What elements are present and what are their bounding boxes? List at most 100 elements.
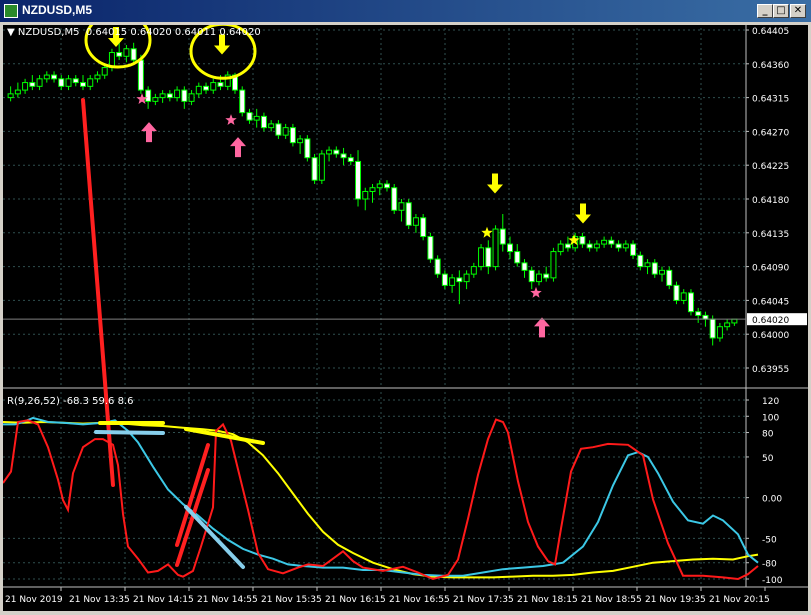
candle-body [601, 239, 608, 245]
candle-body [535, 273, 542, 283]
candle-body [355, 160, 362, 200]
candle-body [441, 273, 448, 286]
candle-body [564, 243, 571, 249]
candle-body [586, 243, 593, 249]
candle-body [376, 183, 383, 189]
candle-body [514, 251, 521, 264]
time-axis-label: 21 Nov 19:35 [645, 595, 706, 605]
sell-arrow-icon [487, 173, 503, 194]
candle-body [246, 112, 253, 121]
indicator-slow-line [3, 420, 759, 579]
candle-body [29, 82, 36, 87]
candle-body [181, 89, 188, 102]
candle-body [145, 89, 152, 102]
indicator-axis-label: 80 [762, 430, 774, 440]
candle-body [101, 67, 108, 76]
price-axis-label: 0.63955 [752, 365, 789, 375]
price-axis-label: 0.64045 [752, 297, 789, 307]
indicator-axis-label: -80 [762, 560, 777, 570]
candle-body [253, 115, 260, 121]
candle-body [630, 243, 637, 256]
title-bar: NZDUSD,M5 _ □ ✕ [0, 0, 811, 22]
candle-body [427, 236, 434, 260]
candle-body [203, 85, 210, 91]
candle-body [311, 157, 318, 181]
candle-body [22, 82, 29, 91]
candle-body [65, 78, 72, 87]
indicator-axis-label: -100 [762, 576, 783, 586]
candle-body [36, 78, 43, 87]
price-axis-label: 0.64405 [752, 27, 789, 37]
candle-body [622, 243, 629, 249]
indicator-axis-label: 100 [762, 413, 779, 423]
candle-body [130, 48, 137, 61]
annotation-blue-stroke [94, 430, 165, 435]
time-axis-label: 21 Nov 2019 [5, 595, 63, 605]
annotation-blue-stroke [184, 505, 245, 569]
candle-body [304, 138, 311, 159]
candle-body [405, 202, 412, 226]
candle-body [507, 243, 514, 253]
candle-body [673, 284, 680, 301]
indicator-axis-label: -50 [762, 535, 777, 545]
candle-body [326, 149, 333, 155]
price-axis-label: 0.64135 [752, 230, 789, 240]
candle-body [528, 269, 535, 283]
candle-body [282, 127, 289, 136]
candle-body [347, 157, 354, 162]
time-axis-label: 21 Nov 18:55 [581, 595, 642, 605]
candle-body [485, 247, 492, 268]
candle-body [123, 48, 130, 57]
candle-body [268, 123, 275, 129]
candle-body [58, 78, 65, 87]
candle-body [478, 247, 485, 268]
candle-body [412, 217, 419, 226]
annotation-red-stroke [175, 468, 210, 567]
candle-body [159, 93, 166, 99]
candle-body [644, 262, 651, 268]
price-axis-label: 0.64225 [752, 162, 789, 172]
candle-body [608, 239, 615, 245]
time-axis-label: 21 Nov 14:15 [133, 595, 194, 605]
time-axis-label: 21 Nov 20:15 [709, 595, 770, 605]
candle-body [434, 258, 441, 275]
candle-body [709, 318, 716, 339]
candle-body [456, 277, 463, 283]
candle-body [289, 127, 296, 144]
candle-body [195, 85, 202, 95]
time-axis-label: 21 Nov 17:35 [453, 595, 514, 605]
price-chart-canvas[interactable]: 0.64405 0.64360 0.64315 0.64270 0.64225 0.641… [3, 25, 808, 611]
collapse-triangle-icon[interactable]: ▼ [7, 27, 18, 38]
candle-body [391, 187, 398, 211]
candle-body [579, 236, 586, 245]
candle-body [557, 243, 564, 253]
candle-body [543, 273, 550, 279]
buy-arrow-icon [141, 122, 157, 143]
candle-body [79, 82, 86, 87]
current-price-label: 0.64020 [752, 316, 789, 326]
candle-body [94, 74, 101, 80]
candle-body [499, 228, 506, 245]
star-pink-icon [225, 114, 237, 125]
candle-body [666, 269, 673, 286]
candle-body [659, 269, 666, 275]
sell-arrow-icon [575, 203, 591, 224]
candle-body [702, 314, 709, 320]
buy-arrow-icon [230, 137, 246, 158]
chart-area[interactable]: 0.64405 0.64360 0.64315 0.64270 0.64225 0.641… [3, 25, 808, 611]
candle-body [398, 202, 405, 211]
candle-body [188, 93, 195, 102]
maximize-button[interactable]: □ [773, 4, 789, 18]
indicator-axis-label: 0.00 [762, 495, 782, 505]
candle-body [137, 59, 144, 91]
minimize-button[interactable]: _ [757, 4, 773, 18]
time-axis-label: 21 Nov 16:15 [325, 595, 386, 605]
ohlc-values: 0.64015 0.64020 0.64011 0.64020 [85, 27, 261, 38]
candle-body [14, 89, 21, 95]
candle-body [521, 262, 528, 271]
star-yellow-icon [481, 226, 493, 238]
candle-body [695, 311, 702, 316]
close-button[interactable]: ✕ [790, 4, 806, 18]
window-title: NZDUSD,M5 [22, 3, 93, 17]
candle-body [550, 251, 557, 279]
